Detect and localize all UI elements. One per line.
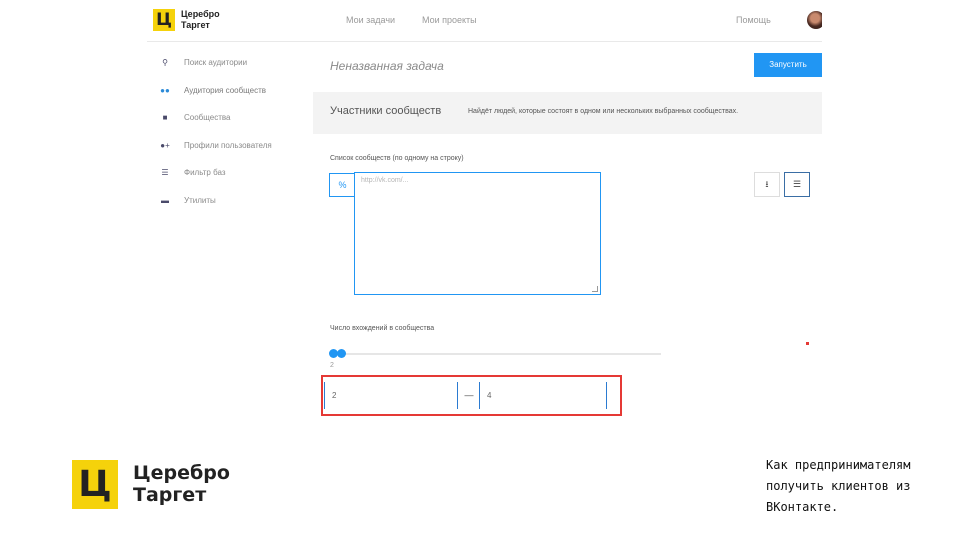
- brand-logo-glyph: Ц: [78, 464, 112, 505]
- sidebar-item-label: Профили пользователя: [184, 140, 272, 150]
- sidebar-item-label: Фильтр баз: [184, 167, 226, 177]
- slide: Ц Церебро Таргет Мои задачи Мои проекты …: [0, 0, 960, 540]
- nav-help[interactable]: Помощь: [736, 15, 771, 25]
- slider-handle-to[interactable]: [337, 349, 346, 358]
- users-icon: ●●: [160, 85, 170, 95]
- brand-line-2: Таргет: [133, 484, 207, 506]
- range-inputs-highlight: 2 — 4: [321, 375, 622, 416]
- sidebar-item-label: Сообщества: [184, 112, 231, 122]
- resize-grip-icon[interactable]: [592, 286, 598, 292]
- logo-line-1: Церебро: [181, 9, 220, 19]
- sidebar-item-utilities[interactable]: ▬ Утилиты: [159, 193, 216, 207]
- list-button[interactable]: ☰: [784, 172, 810, 197]
- app-screenshot: Ц Церебро Таргет Мои задачи Мои проекты …: [147, 0, 822, 434]
- communities-label: Список сообществ (по одному на строку): [330, 155, 464, 162]
- range-dash: —: [464, 390, 474, 400]
- sidebar-item-audience-search[interactable]: ⚲ Поиск аудитории: [159, 55, 247, 69]
- task-form: Список сообществ (по одному на строку) %…: [313, 134, 822, 434]
- sidebar-item-base-filter[interactable]: ☰ Фильтр баз: [159, 165, 226, 179]
- section-title: Участники сообществ: [330, 105, 442, 117]
- sidebar-item-label: Аудитория сообществ: [184, 85, 267, 95]
- logo-glyph: Ц: [156, 10, 172, 30]
- range-to-input[interactable]: 4: [479, 382, 607, 409]
- link-icon: %: [329, 173, 355, 197]
- slider-max-marker: [806, 342, 809, 345]
- list-icon: ☰: [792, 179, 802, 189]
- brand-name: Церебро Таргет: [133, 462, 230, 506]
- top-bar: Ц Церебро Таргет Мои задачи Мои проекты …: [147, 0, 822, 42]
- sidebar: ⚲ Поиск аудитории ●● Аудитория сообществ…: [147, 43, 312, 434]
- nav-my-tasks[interactable]: Мои задачи: [346, 15, 395, 25]
- upload-button[interactable]: ⭳: [754, 172, 780, 197]
- brand-logo: Ц: [72, 460, 118, 509]
- sidebar-item-communities[interactable]: ■ Сообщества: [159, 110, 231, 124]
- count-label: Число вхождений в сообщества: [330, 325, 435, 332]
- slide-caption: Как предпринимателям получить клиентов и…: [766, 455, 956, 518]
- caption-line-3: ВКонтакте.: [766, 500, 839, 514]
- brand-line-1: Церебро: [133, 462, 230, 484]
- communities-placeholder: http://vk.com/...: [361, 177, 409, 184]
- chat-icon: ■: [162, 112, 168, 122]
- slider-min-label: 2: [330, 362, 334, 369]
- user-plus-icon: ●+: [160, 140, 170, 150]
- count-slider-track[interactable]: [330, 353, 661, 355]
- sidebar-item-user-profiles[interactable]: ●+ Профили пользователя: [159, 138, 272, 152]
- run-button[interactable]: Запустить: [754, 53, 822, 77]
- download-icon: ⭳: [765, 179, 769, 189]
- sidebar-item-community-audience[interactable]: ●● Аудитория сообществ: [159, 83, 266, 97]
- app-logo[interactable]: Ц: [153, 9, 175, 31]
- caption-line-1: Как предпринимателям: [766, 458, 911, 472]
- sidebar-item-label: Поиск аудитории: [184, 57, 248, 67]
- search-icon: ⚲: [162, 57, 168, 67]
- section-header: Участники сообществ Найдёт людей, которы…: [313, 93, 822, 133]
- main-panel: Неназванная задача Запустить Участники с…: [313, 43, 822, 434]
- database-icon: ☰: [161, 167, 169, 177]
- task-header: Неназванная задача Запустить: [313, 43, 822, 92]
- communities-textarea[interactable]: http://vk.com/...: [354, 172, 601, 295]
- minus-icon: ▬: [161, 195, 169, 205]
- logo-line-2: Таргет: [181, 20, 210, 30]
- section-description: Найдёт людей, которые состоят в одном ил…: [468, 108, 739, 115]
- range-from-input[interactable]: 2: [324, 382, 458, 409]
- sidebar-item-label: Утилиты: [184, 195, 216, 205]
- avatar[interactable]: [807, 11, 822, 29]
- app-logo-text[interactable]: Церебро Таргет: [181, 9, 220, 31]
- task-title[interactable]: Неназванная задача: [330, 59, 444, 73]
- caption-line-2: получить клиентов из: [766, 479, 911, 493]
- nav-my-projects[interactable]: Мои проекты: [422, 15, 477, 25]
